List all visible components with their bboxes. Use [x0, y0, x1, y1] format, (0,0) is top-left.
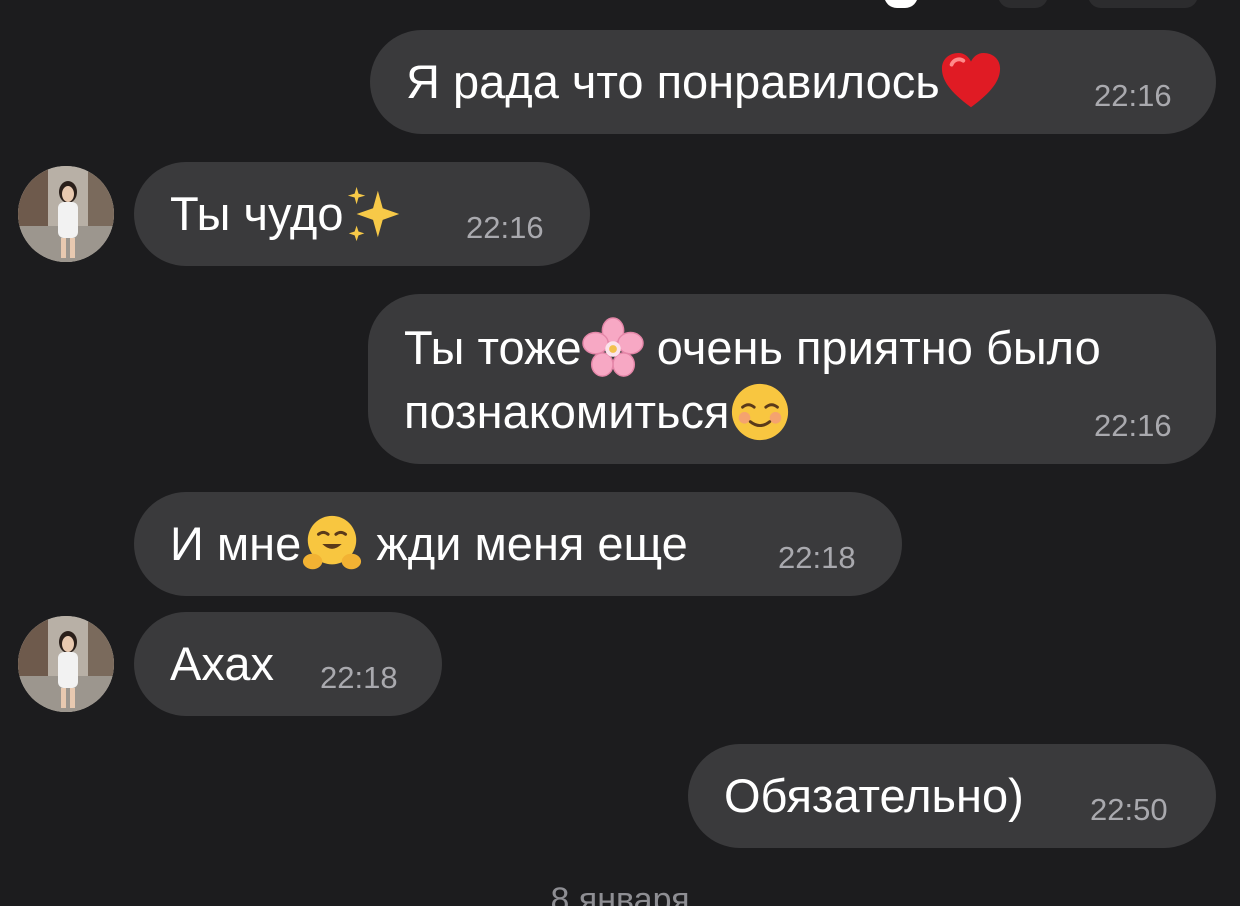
smiling-face-icon [732, 383, 789, 440]
top-cut-off-element [884, 0, 918, 8]
avatar-photo-icon [18, 166, 114, 262]
message-text: Ахах [170, 637, 274, 690]
top-cut-off-element [1088, 0, 1198, 8]
contact-avatar[interactable] [18, 166, 114, 262]
message-text: Обязательно) [724, 769, 1024, 822]
message-text: И мне [170, 517, 302, 570]
message-timestamp: 22:16 [466, 210, 544, 245]
red-heart-icon [941, 52, 1000, 107]
message-bubble-outgoing[interactable]: Я рада что понравилось 22:16 [370, 30, 1216, 134]
cherry-blossom-icon [581, 316, 644, 377]
message-timestamp: 22:50 [1090, 792, 1168, 827]
message-bubble-incoming[interactable]: Ахах 22:18 [134, 612, 442, 716]
message-timestamp: 22:16 [1094, 78, 1172, 113]
hugging-face-icon [303, 515, 362, 569]
message-text: познакомиться [404, 385, 730, 438]
chat-view: Я рада что понравилось 22:16 Ты чудо 22:… [0, 0, 1240, 906]
message-text: Ты чудо [170, 187, 344, 240]
message-timestamp: 22:18 [320, 660, 398, 695]
top-cut-off-element [998, 0, 1048, 8]
message-text: Ты тоже [404, 321, 582, 374]
message-text: жди меня еще [376, 517, 688, 570]
message-timestamp: 22:18 [778, 540, 856, 575]
message-bubble-outgoing[interactable]: Ты тоже очень приятно было познакомиться [368, 294, 1216, 464]
message-timestamp: 22:16 [1094, 408, 1172, 443]
message-bubble-outgoing[interactable]: Обязательно) 22:50 [688, 744, 1216, 848]
avatar-photo-icon [18, 616, 114, 712]
message-bubble-incoming[interactable]: И мне жди меня еще 22:18 [134, 492, 902, 596]
message-bubble-incoming[interactable]: Ты чудо 22:16 [134, 162, 590, 266]
message-text: очень приятно было [656, 321, 1101, 374]
contact-avatar[interactable] [18, 616, 114, 712]
message-text: Я рада что понравилось [406, 55, 940, 108]
sparkles-icon [348, 186, 400, 241]
date-separator: 8 января [550, 881, 690, 906]
